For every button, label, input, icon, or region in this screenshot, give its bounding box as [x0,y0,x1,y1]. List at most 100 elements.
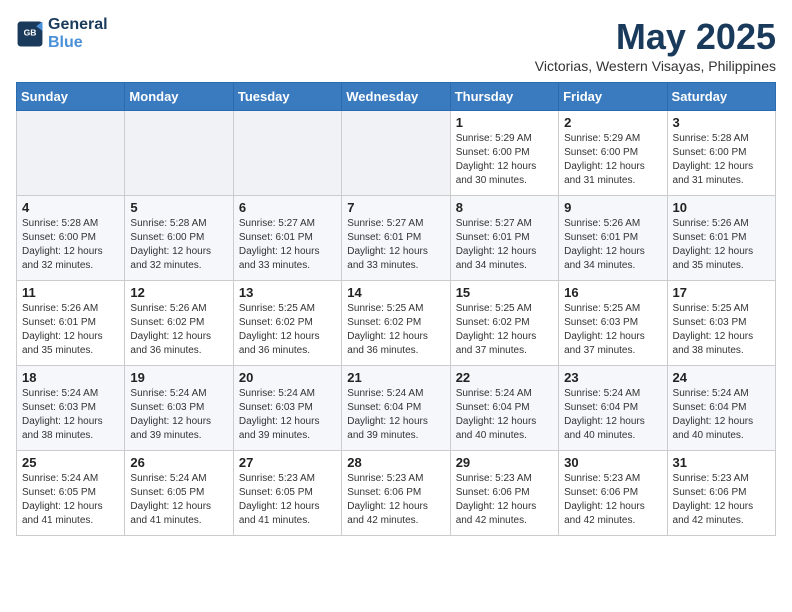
header-row: SundayMondayTuesdayWednesdayThursdayFrid… [17,83,776,111]
day-info: Sunrise: 5:29 AM Sunset: 6:00 PM Dayligh… [564,132,661,188]
day-cell [125,111,233,196]
day-cell: 2 Sunrise: 5:29 AM Sunset: 6:00 PM Daylig… [559,111,667,196]
header-cell-friday: Friday [559,83,667,111]
day-info: Sunrise: 5:24 AM Sunset: 6:04 PM Dayligh… [347,387,444,443]
day-number: 9 [564,200,661,215]
day-cell: 21 Sunrise: 5:24 AM Sunset: 6:04 PM Dayli… [342,366,450,451]
day-cell: 15 Sunrise: 5:25 AM Sunset: 6:02 PM Dayli… [450,281,558,366]
day-cell: 23 Sunrise: 5:24 AM Sunset: 6:04 PM Dayli… [559,366,667,451]
day-info: Sunrise: 5:28 AM Sunset: 6:00 PM Dayligh… [22,217,119,273]
day-info: Sunrise: 5:27 AM Sunset: 6:01 PM Dayligh… [456,217,553,273]
day-number: 20 [239,370,336,385]
day-cell [233,111,341,196]
day-info: Sunrise: 5:25 AM Sunset: 6:02 PM Dayligh… [456,302,553,358]
logo-icon: GB [16,20,44,48]
day-cell: 14 Sunrise: 5:25 AM Sunset: 6:02 PM Dayli… [342,281,450,366]
day-number: 25 [22,455,119,470]
day-info: Sunrise: 5:23 AM Sunset: 6:06 PM Dayligh… [456,472,553,528]
day-number: 28 [347,455,444,470]
day-cell: 16 Sunrise: 5:25 AM Sunset: 6:03 PM Dayli… [559,281,667,366]
title-area: May 2025 Victorias, Western Visayas, Phi… [535,16,776,74]
logo-text: General Blue [48,16,108,51]
day-cell: 7 Sunrise: 5:27 AM Sunset: 6:01 PM Daylig… [342,196,450,281]
day-info: Sunrise: 5:27 AM Sunset: 6:01 PM Dayligh… [239,217,336,273]
day-info: Sunrise: 5:27 AM Sunset: 6:01 PM Dayligh… [347,217,444,273]
day-number: 31 [673,455,770,470]
day-number: 19 [130,370,227,385]
day-info: Sunrise: 5:25 AM Sunset: 6:02 PM Dayligh… [239,302,336,358]
day-cell: 18 Sunrise: 5:24 AM Sunset: 6:03 PM Dayli… [17,366,125,451]
day-cell: 29 Sunrise: 5:23 AM Sunset: 6:06 PM Dayli… [450,451,558,536]
day-info: Sunrise: 5:28 AM Sunset: 6:00 PM Dayligh… [673,132,770,188]
day-info: Sunrise: 5:23 AM Sunset: 6:06 PM Dayligh… [673,472,770,528]
day-cell: 24 Sunrise: 5:24 AM Sunset: 6:04 PM Dayli… [667,366,775,451]
day-cell: 22Sunrise: 5:24 AM Sunset: 6:04 PM Dayli… [450,366,558,451]
day-number: 4 [22,200,119,215]
day-number: 29 [456,455,553,470]
day-cell: 13 Sunrise: 5:25 AM Sunset: 6:02 PM Dayli… [233,281,341,366]
day-info: Sunrise: 5:23 AM Sunset: 6:05 PM Dayligh… [239,472,336,528]
day-number: 5 [130,200,227,215]
day-number: 1 [456,115,553,130]
location-subtitle: Victorias, Western Visayas, Philippines [535,58,776,74]
day-cell: 12 Sunrise: 5:26 AM Sunset: 6:02 PM Dayli… [125,281,233,366]
day-number: 22 [456,370,553,385]
day-info: Sunrise: 5:24 AM Sunset: 6:04 PM Dayligh… [673,387,770,443]
day-cell: 9 Sunrise: 5:26 AM Sunset: 6:01 PM Daylig… [559,196,667,281]
week-row-2: 4 Sunrise: 5:28 AM Sunset: 6:00 PM Daylig… [17,196,776,281]
day-cell: 3 Sunrise: 5:28 AM Sunset: 6:00 PM Daylig… [667,111,775,196]
day-number: 6 [239,200,336,215]
day-number: 23 [564,370,661,385]
day-cell: 19 Sunrise: 5:24 AM Sunset: 6:03 PM Dayli… [125,366,233,451]
day-number: 12 [130,285,227,300]
day-cell: 31 Sunrise: 5:23 AM Sunset: 6:06 PM Dayli… [667,451,775,536]
day-info: Sunrise: 5:29 AM Sunset: 6:00 PM Dayligh… [456,132,553,188]
day-cell: 5Sunrise: 5:28 AM Sunset: 6:00 PM Daylig… [125,196,233,281]
day-info: Sunrise: 5:24 AM Sunset: 6:05 PM Dayligh… [22,472,119,528]
day-cell: 20Sunrise: 5:24 AM Sunset: 6:03 PM Dayli… [233,366,341,451]
day-cell: 6 Sunrise: 5:27 AM Sunset: 6:01 PM Daylig… [233,196,341,281]
day-info: Sunrise: 5:25 AM Sunset: 6:03 PM Dayligh… [564,302,661,358]
day-cell: 26 Sunrise: 5:24 AM Sunset: 6:05 PM Dayli… [125,451,233,536]
day-cell: 10Sunrise: 5:26 AM Sunset: 6:01 PM Dayli… [667,196,775,281]
day-cell [17,111,125,196]
day-info: Sunrise: 5:24 AM Sunset: 6:04 PM Dayligh… [564,387,661,443]
day-number: 21 [347,370,444,385]
header-cell-tuesday: Tuesday [233,83,341,111]
week-row-3: 11Sunrise: 5:26 AM Sunset: 6:01 PM Dayli… [17,281,776,366]
day-number: 18 [22,370,119,385]
day-cell: 28Sunrise: 5:23 AM Sunset: 6:06 PM Dayli… [342,451,450,536]
day-info: Sunrise: 5:24 AM Sunset: 6:03 PM Dayligh… [130,387,227,443]
day-number: 13 [239,285,336,300]
week-row-5: 25 Sunrise: 5:24 AM Sunset: 6:05 PM Dayli… [17,451,776,536]
day-info: Sunrise: 5:24 AM Sunset: 6:05 PM Dayligh… [130,472,227,528]
day-cell: 30Sunrise: 5:23 AM Sunset: 6:06 PM Dayli… [559,451,667,536]
day-cell: 8 Sunrise: 5:27 AM Sunset: 6:01 PM Daylig… [450,196,558,281]
header-cell-monday: Monday [125,83,233,111]
month-title: May 2025 [535,16,776,58]
day-number: 16 [564,285,661,300]
day-number: 8 [456,200,553,215]
header-cell-thursday: Thursday [450,83,558,111]
day-cell [342,111,450,196]
day-cell: 4 Sunrise: 5:28 AM Sunset: 6:00 PM Daylig… [17,196,125,281]
day-number: 27 [239,455,336,470]
day-info: Sunrise: 5:26 AM Sunset: 6:01 PM Dayligh… [564,217,661,273]
day-info: Sunrise: 5:26 AM Sunset: 6:01 PM Dayligh… [673,217,770,273]
day-number: 14 [347,285,444,300]
day-number: 24 [673,370,770,385]
day-number: 26 [130,455,227,470]
day-info: Sunrise: 5:26 AM Sunset: 6:02 PM Dayligh… [130,302,227,358]
page-header: GB General Blue May 2025 Victorias, West… [16,16,776,74]
day-number: 7 [347,200,444,215]
svg-text:GB: GB [24,27,37,37]
day-number: 2 [564,115,661,130]
day-info: Sunrise: 5:25 AM Sunset: 6:02 PM Dayligh… [347,302,444,358]
header-cell-saturday: Saturday [667,83,775,111]
day-cell: 27 Sunrise: 5:23 AM Sunset: 6:05 PM Dayli… [233,451,341,536]
day-number: 3 [673,115,770,130]
day-number: 15 [456,285,553,300]
day-info: Sunrise: 5:24 AM Sunset: 6:03 PM Dayligh… [22,387,119,443]
header-cell-wednesday: Wednesday [342,83,450,111]
day-cell: 11Sunrise: 5:26 AM Sunset: 6:01 PM Dayli… [17,281,125,366]
